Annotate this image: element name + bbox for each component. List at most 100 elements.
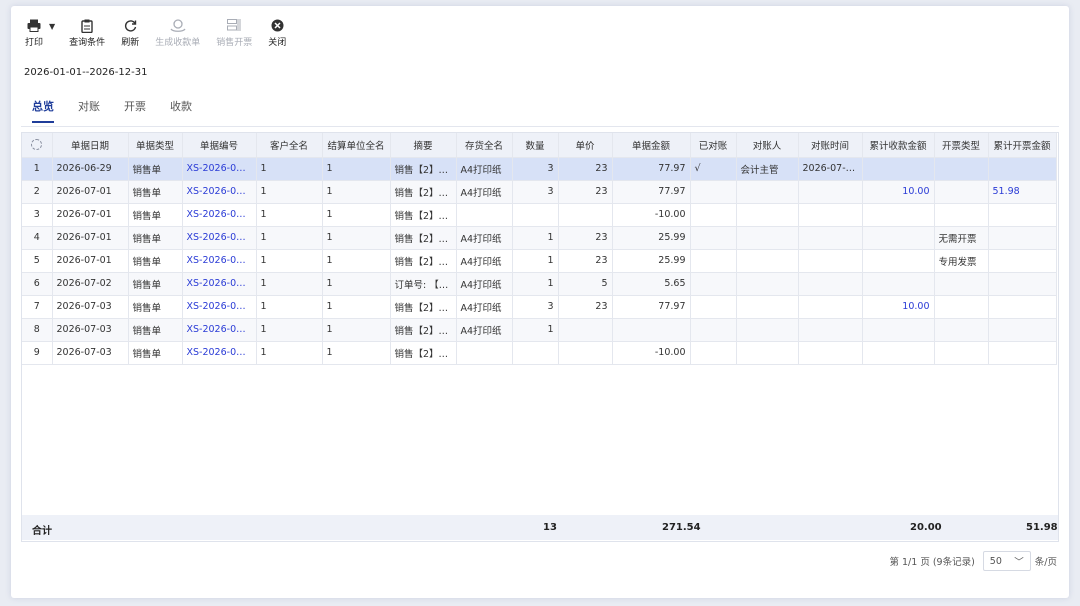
- table-cell: 6: [22, 272, 53, 296]
- column-header[interactable]: 开票类型: [934, 133, 989, 158]
- table-cell: 1: [256, 341, 323, 365]
- table-cell: 销售【2】等...: [390, 295, 457, 319]
- table-cell: [690, 341, 737, 365]
- table-cell: [798, 180, 863, 204]
- column-header[interactable]: 存货全名: [456, 133, 513, 158]
- table-cell: [862, 226, 935, 250]
- refresh-button[interactable]: 刷新: [121, 18, 139, 48]
- table-row[interactable]: 8 2026-07-03 销售单 XS-2026-07-... 1 1 销售【2】等... A…: [22, 318, 1057, 342]
- table-cell: [862, 318, 935, 342]
- table-cell: 无需开票: [934, 226, 989, 250]
- table-cell: [862, 341, 935, 365]
- column-header[interactable]: 摘要: [390, 133, 457, 158]
- column-header[interactable]: 单据类型: [128, 133, 183, 158]
- tab-invoicing[interactable]: 开票: [124, 98, 146, 123]
- tab-overview[interactable]: 总览: [32, 98, 54, 123]
- column-header[interactable]: 数量: [512, 133, 559, 158]
- table-row[interactable]: 4 2026-07-01 销售单 XS-2026-07-... 1 1 销售【2】等... A…: [22, 226, 1057, 250]
- table-cell: [690, 226, 737, 250]
- doc-number-link[interactable]: XS-2026-07-...: [182, 318, 257, 342]
- sales-invoice-label: 销售开票: [216, 38, 253, 48]
- print-button[interactable]: 打印: [25, 18, 43, 48]
- table-cell: 2026-07-02: [52, 272, 129, 296]
- table-cell: [934, 203, 989, 227]
- generate-receipt-button[interactable]: 生成收款单: [155, 18, 200, 48]
- column-header[interactable]: 累计开票金额: [988, 133, 1057, 158]
- table-cell: 会计主管: [736, 157, 799, 181]
- table-row[interactable]: 7 2026-07-03 销售单 XS-2026-07-... 1 1 销售【2】等... A…: [22, 295, 1057, 319]
- column-header[interactable]: 累计收款金额: [862, 133, 935, 158]
- column-settings-cell[interactable]: [22, 133, 53, 158]
- table-cell: 77.97: [612, 157, 691, 181]
- refresh-label: 刷新: [121, 38, 140, 48]
- close-label: 关闭: [268, 38, 287, 48]
- page-size-select[interactable]: 50 ﹀: [982, 551, 1031, 571]
- table-row[interactable]: 2 2026-07-01 销售单 XS-2026-07-... 1 1 销售【2】等... A…: [22, 180, 1057, 204]
- table-cell: 25.99: [612, 226, 691, 250]
- table-cell: 3: [22, 203, 53, 227]
- doc-number-link[interactable]: XS-2026-06-...: [182, 157, 257, 181]
- column-settings-gear-icon[interactable]: [31, 139, 43, 151]
- table-cell: 25.99: [612, 249, 691, 273]
- doc-number-link[interactable]: XS-2026-07-...: [182, 295, 257, 319]
- data-grid[interactable]: 单据日期 单据类型 单据编号 客户全名 结算单位全名 摘要 存货全名 数量 单价 单据金额 已对账对…: [21, 132, 1059, 542]
- table-cell: [690, 272, 737, 296]
- column-header[interactable]: 已对账: [690, 133, 737, 158]
- page-info: 第 1/1 页 (9条记录): [889, 557, 975, 568]
- table-cell: 销售单: [128, 203, 183, 227]
- query-conditions-label: 查询条件: [69, 38, 106, 48]
- table-cell: 销售单: [128, 295, 183, 319]
- summary-received: 20.00: [910, 522, 942, 533]
- column-header[interactable]: 结算单位全名: [322, 133, 391, 158]
- table-cell: [690, 203, 737, 227]
- table-cell: [934, 318, 989, 342]
- table-cell: 销售【2】等...: [390, 318, 457, 342]
- report-window: 打印 ▼ 查询条件 刷新 生成收款单 销售开票 关闭 2026-01-01--2…: [11, 6, 1069, 598]
- table-cell: 2026-06-29: [52, 157, 129, 181]
- table-cell: [862, 249, 935, 273]
- doc-number-link[interactable]: XS-2026-07-...: [182, 180, 257, 204]
- table-cell: A4打印纸: [456, 180, 513, 204]
- query-conditions-button[interactable]: 查询条件: [69, 18, 105, 48]
- table-row[interactable]: 6 2026-07-02 销售单 XS-2026-07-... 1 1 订单号: 【S...…: [22, 272, 1057, 296]
- column-header[interactable]: 单据日期: [52, 133, 129, 158]
- table-cell: [736, 203, 799, 227]
- close-button[interactable]: 关闭: [268, 18, 286, 48]
- doc-number-link[interactable]: XS-2026-07-...: [182, 341, 257, 365]
- sales-invoice-button[interactable]: 销售开票: [216, 18, 252, 48]
- doc-number-link[interactable]: XS-2026-07-...: [182, 249, 257, 273]
- table-cell: 2026-07-03: [52, 341, 129, 365]
- table-row[interactable]: 1 2026-06-29 销售单 XS-2026-06-... 1 1 销售【2】等... A…: [22, 157, 1057, 181]
- table-cell: 销售【2】等...: [390, 157, 457, 181]
- table-cell: 5: [22, 249, 53, 273]
- table-row[interactable]: 9 2026-07-03 销售单 XS-2026-07-... 1 1 销售【2】等... -…: [22, 341, 1057, 365]
- tab-receipts[interactable]: 收款: [170, 98, 192, 123]
- column-header[interactable]: 单价: [558, 133, 613, 158]
- summary-quantity: 13: [543, 522, 557, 533]
- column-header[interactable]: 客户全名: [256, 133, 323, 158]
- page-size-unit: 条/页: [1034, 557, 1057, 568]
- doc-number-link[interactable]: XS-2026-07-...: [182, 272, 257, 296]
- tab-reconciliation[interactable]: 对账: [78, 98, 100, 123]
- doc-number-link[interactable]: XS-2026-07-...: [182, 226, 257, 250]
- column-header[interactable]: 对账人: [736, 133, 799, 158]
- summary-invoiced: 51.98: [1026, 522, 1058, 533]
- table-row[interactable]: 3 2026-07-01 销售单 XS-2026-07-... 1 1 销售【2】等... -…: [22, 203, 1057, 227]
- table-cell: 销售单: [128, 157, 183, 181]
- tab-bar: 总览 对账 开票 收款: [32, 98, 216, 123]
- table-cell: 1: [322, 249, 391, 273]
- table-cell: 1: [256, 203, 323, 227]
- print-dropdown-caret-icon[interactable]: ▼: [49, 22, 55, 31]
- column-header[interactable]: 对账时间: [798, 133, 863, 158]
- table-cell: 1: [322, 318, 391, 342]
- column-header[interactable]: 单据金额: [612, 133, 691, 158]
- column-header[interactable]: 单据编号: [182, 133, 257, 158]
- table-cell: [736, 341, 799, 365]
- doc-number-link[interactable]: XS-2026-07-...: [182, 203, 257, 227]
- table-cell: [736, 226, 799, 250]
- table-cell: 销售【2】等...: [390, 180, 457, 204]
- table-cell: [736, 295, 799, 319]
- table-cell: [988, 341, 1057, 365]
- table-cell: [558, 318, 613, 342]
- table-row[interactable]: 5 2026-07-01 销售单 XS-2026-07-... 1 1 销售【2】等... A…: [22, 249, 1057, 273]
